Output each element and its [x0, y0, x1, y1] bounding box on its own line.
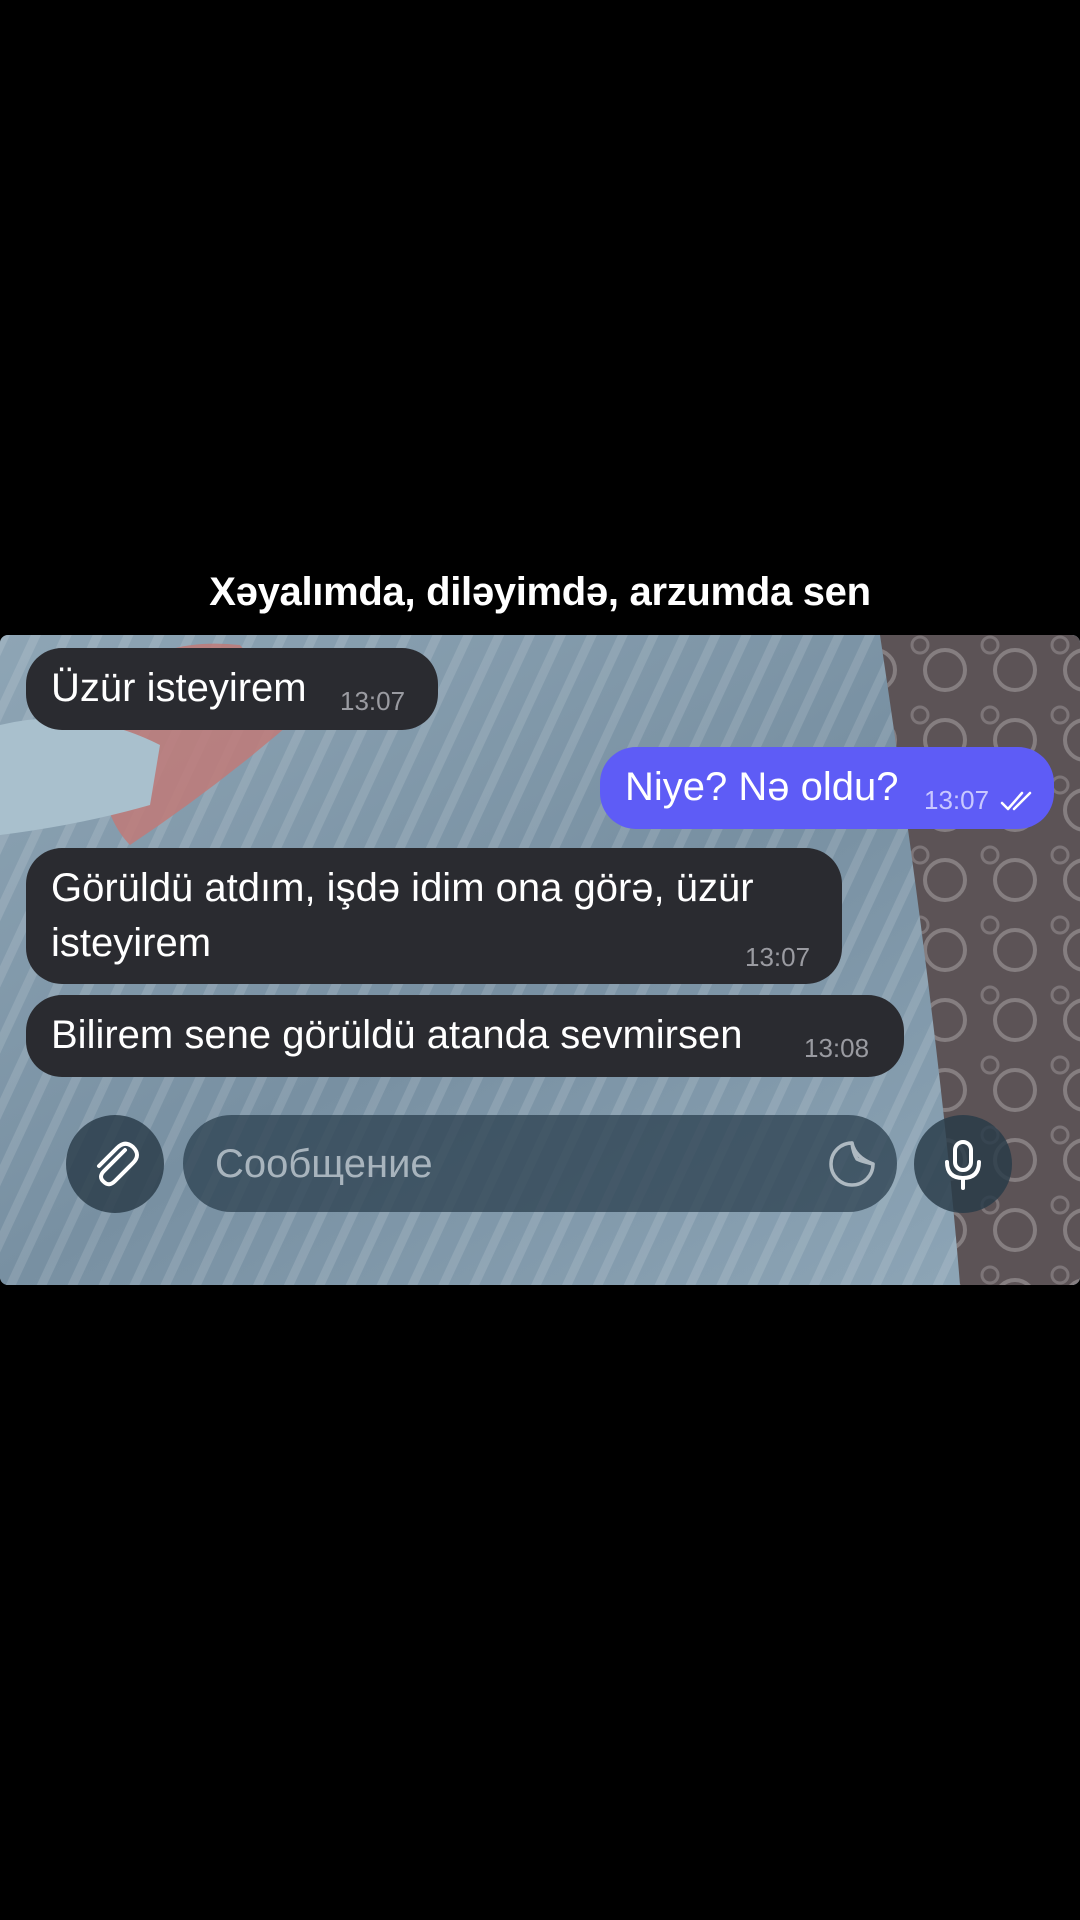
video-caption: Xəyalımda, diləyimdə, arzumda sen [209, 570, 871, 614]
sticker-icon[interactable] [827, 1139, 877, 1189]
message-bubble-incoming[interactable]: Bilirem sene görüldü atanda sevmirsen 13… [26, 995, 904, 1077]
message-time: 13:08 [804, 1033, 870, 1063]
message-text-line: Görüldü atdım, işdə idim ona görə, üzür [51, 866, 754, 910]
message-composer [0, 1110, 1080, 1214]
read-receipt-icon [1000, 791, 1032, 811]
chat-screenshot: Üzür isteyirem 13:07 Niye? Nə oldu? 13:0… [0, 635, 1080, 1285]
microphone-icon [945, 1140, 981, 1190]
message-text: Bilirem sene görüldü atanda sevmirsen [51, 1013, 743, 1057]
message-bubble-incoming[interactable]: Görüldü atdım, işdə idim ona görə, üzür … [26, 848, 842, 984]
message-text-line: isteyirem [51, 921, 212, 965]
message-text: Üzür isteyirem [51, 666, 307, 710]
message-time: 13:07 [924, 785, 990, 815]
message-time: 13:07 [745, 942, 811, 972]
message-bubble-incoming[interactable]: Üzür isteyirem 13:07 [26, 648, 438, 730]
message-bubble-outgoing[interactable]: Niye? Nə oldu? 13:07 [600, 747, 1054, 829]
message-input-field[interactable] [183, 1115, 897, 1214]
paperclip-icon [97, 1141, 139, 1187]
voice-message-button[interactable] [914, 1115, 1012, 1213]
message-text: Niye? Nə oldu? [625, 765, 899, 809]
message-input[interactable] [213, 1115, 777, 1214]
attach-button[interactable] [66, 1115, 164, 1213]
message-time: 13:07 [340, 686, 406, 716]
